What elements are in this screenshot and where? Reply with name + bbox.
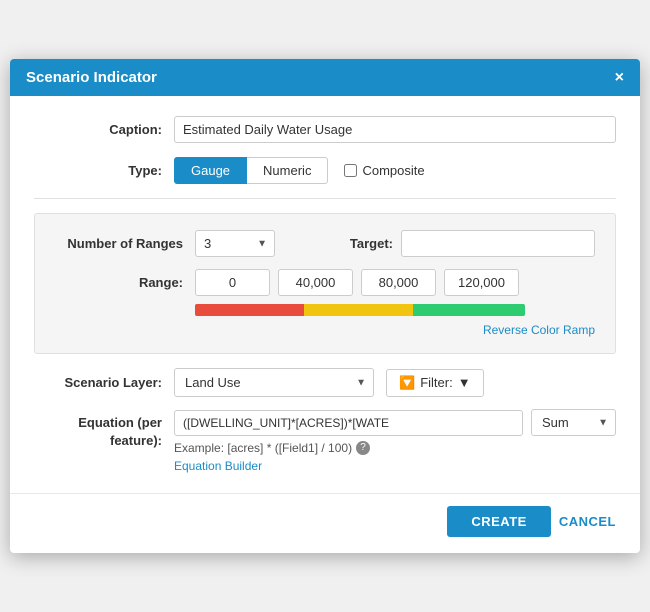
type-label: Type: (34, 163, 174, 178)
gauge-button[interactable]: Gauge (174, 157, 247, 184)
num-ranges-label: Number of Ranges (55, 236, 195, 251)
type-row: Type: Gauge Numeric Composite (34, 157, 616, 184)
target-input[interactable] (401, 230, 595, 257)
equation-example: Example: [acres] * ([Field1] / 100) ? (174, 441, 616, 455)
filter-button[interactable]: 🔽 Filter: ▼ (386, 369, 484, 397)
color-ramp-row (195, 304, 595, 316)
scenario-indicator-modal: Scenario Indicator × Caption: Type: Gaug… (10, 59, 640, 553)
modal-header: Scenario Indicator × (10, 59, 640, 96)
type-buttons: Gauge Numeric Composite (174, 157, 425, 184)
filter-label: Filter: (420, 375, 453, 390)
equation-builder-link[interactable]: Equation Builder (174, 459, 262, 473)
caption-label: Caption: (34, 122, 174, 137)
scenario-layer-label: Scenario Layer: (34, 375, 174, 390)
num-ranges-select[interactable]: 3 4 5 (195, 230, 275, 257)
equation-input[interactable] (174, 410, 523, 436)
cancel-button[interactable]: CANCEL (559, 514, 616, 529)
color-ramp (195, 304, 525, 316)
filter-dropdown-icon: ▼ (458, 375, 471, 390)
sum-select-wrapper: Sum Average Min Max ▼ (531, 409, 616, 436)
range-inputs-row: Range: (55, 269, 595, 296)
range-values (195, 269, 519, 296)
numeric-button[interactable]: Numeric (247, 157, 328, 184)
ranges-num-row: Number of Ranges 3 4 5 ▼ Target: (55, 230, 595, 257)
equation-label: Equation (per feature): (34, 409, 174, 450)
composite-checkbox[interactable] (344, 164, 357, 177)
caption-input-wrapper (174, 116, 616, 143)
equation-input-row: Sum Average Min Max ▼ (174, 409, 616, 436)
caption-row: Caption: (34, 116, 616, 143)
sum-select[interactable]: Sum Average Min Max (531, 409, 616, 436)
modal-footer: CREATE CANCEL (10, 493, 640, 553)
composite-label: Composite (344, 163, 424, 178)
scenario-layer-select-wrapper: Land Use ▼ (174, 368, 374, 397)
range-value-2[interactable] (361, 269, 436, 296)
reverse-link-row: Reverse Color Ramp (55, 322, 595, 337)
help-icon[interactable]: ? (356, 441, 370, 455)
ranges-section: Number of Ranges 3 4 5 ▼ Target: Range: (34, 213, 616, 354)
scenario-layer-select[interactable]: Land Use (174, 368, 374, 397)
reverse-color-link[interactable]: Reverse Color Ramp (483, 323, 595, 337)
num-ranges-select-wrapper: 3 4 5 ▼ (195, 230, 275, 257)
range-value-3[interactable] (444, 269, 519, 296)
target-group: Target: (350, 230, 595, 257)
close-icon[interactable]: × (615, 70, 624, 86)
range-value-0[interactable] (195, 269, 270, 296)
target-label: Target: (350, 236, 393, 251)
divider (34, 198, 616, 199)
modal-body: Caption: Type: Gauge Numeric Composite N… (10, 96, 640, 493)
caption-input[interactable] (174, 116, 616, 143)
create-button[interactable]: CREATE (447, 506, 550, 537)
modal-title: Scenario Indicator (26, 69, 157, 86)
equation-builder-row: Equation Builder (174, 458, 616, 473)
range-label: Range: (55, 275, 195, 290)
composite-text: Composite (362, 163, 424, 178)
filter-icon: 🔽 (399, 375, 415, 391)
equation-right: Sum Average Min Max ▼ Example: [acres] *… (174, 409, 616, 473)
range-value-1[interactable] (278, 269, 353, 296)
example-text: Example: [acres] * ([Field1] / 100) (174, 441, 352, 455)
scenario-layer-row: Scenario Layer: Land Use ▼ 🔽 Filter: ▼ (34, 368, 616, 397)
equation-row: Equation (per feature): Sum Average Min … (34, 409, 616, 473)
